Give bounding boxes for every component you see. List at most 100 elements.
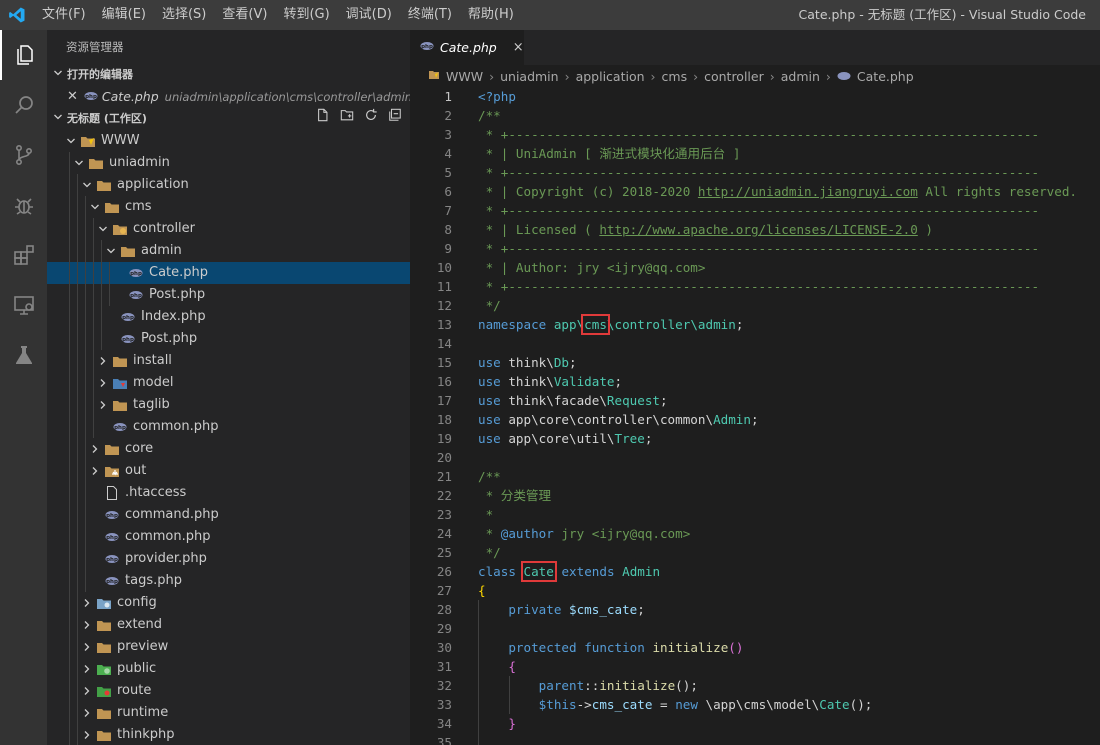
- tree-item[interactable]: php Cate.php: [47, 262, 410, 284]
- tree-item[interactable]: uniadmin: [47, 152, 410, 174]
- open-editor-item[interactable]: ✕ php Cate.php uniadmin\application\cms\…: [47, 86, 410, 108]
- explorer-icon[interactable]: [0, 30, 47, 80]
- menu-item[interactable]: 查看(V): [214, 0, 275, 30]
- chevron-right-icon[interactable]: [95, 372, 111, 394]
- menu-item[interactable]: 编辑(E): [94, 0, 154, 30]
- chevron-right-icon[interactable]: [87, 460, 103, 482]
- menu-item[interactable]: 调试(D): [338, 0, 400, 30]
- menu-item[interactable]: 终端(T): [400, 0, 460, 30]
- tree-item[interactable]: cms: [47, 196, 410, 218]
- code-line: 31 {: [410, 657, 1100, 676]
- breadcrumb-item[interactable]: controller: [704, 69, 764, 84]
- remote-explorer-icon[interactable]: [0, 280, 47, 330]
- new-folder-icon[interactable]: [340, 108, 354, 130]
- breadcrumb-item[interactable]: Cate.php: [857, 69, 914, 84]
- line-number: 30: [436, 640, 452, 655]
- code-editor[interactable]: 1 <?php 2 /** 3 * +-------------------------…: [410, 87, 1100, 745]
- breadcrumb-item[interactable]: application: [576, 69, 645, 84]
- tree-item[interactable]: public: [47, 658, 410, 680]
- chevron-right-icon[interactable]: [79, 680, 95, 702]
- chevron-down-icon[interactable]: [87, 196, 103, 218]
- refresh-icon[interactable]: [364, 108, 378, 130]
- indent-guide: [77, 680, 78, 702]
- extensions-icon[interactable]: [0, 230, 47, 280]
- tree-item[interactable]: php common.php: [47, 526, 410, 548]
- tree-item[interactable]: route: [47, 680, 410, 702]
- tree-item[interactable]: controller: [47, 218, 410, 240]
- tree-item[interactable]: php Post.php: [47, 284, 410, 306]
- chevron-right-icon[interactable]: [87, 438, 103, 460]
- tab-close-icon[interactable]: ×: [513, 40, 524, 55]
- tree-item[interactable]: taglib: [47, 394, 410, 416]
- code-line: 29: [410, 619, 1100, 638]
- code-line: 7 * +-----------------------------------…: [410, 201, 1100, 220]
- tree-item[interactable]: WWW: [47, 130, 410, 152]
- indent-guide: [93, 328, 94, 350]
- workspace-header[interactable]: 无标题 (工作区): [47, 108, 410, 130]
- breadcrumb-item[interactable]: cms: [662, 69, 688, 84]
- chevron-right-icon[interactable]: [79, 724, 95, 745]
- tree-item[interactable]: php command.php: [47, 504, 410, 526]
- tree-item[interactable]: php Post.php: [47, 328, 410, 350]
- code-text: use app\core\util\Tree;: [478, 429, 652, 448]
- tree-item[interactable]: php Index.php: [47, 306, 410, 328]
- chevron-right-icon[interactable]: [79, 614, 95, 636]
- chevron-right-icon[interactable]: [79, 592, 95, 614]
- folder-icon: [95, 658, 113, 680]
- indent-guide: [69, 636, 70, 658]
- chevron-down-icon[interactable]: [103, 240, 119, 262]
- new-file-icon[interactable]: [316, 108, 330, 130]
- chevron-down-icon[interactable]: [71, 152, 87, 174]
- tree-item[interactable]: out: [47, 460, 410, 482]
- tab-cate-php[interactable]: php Cate.php ×: [410, 30, 524, 65]
- chevron-right-icon[interactable]: [95, 394, 111, 416]
- test-flask-icon[interactable]: [0, 330, 47, 380]
- source-control-icon[interactable]: [0, 130, 47, 180]
- tree-item[interactable]: preview: [47, 636, 410, 658]
- debug-icon[interactable]: [0, 180, 47, 230]
- menu-item[interactable]: 转到(G): [275, 0, 337, 30]
- tree-item[interactable]: php provider.php: [47, 548, 410, 570]
- indent-guide: [93, 372, 94, 394]
- chevron-down-icon[interactable]: [79, 174, 95, 196]
- chevron-right-icon[interactable]: [79, 658, 95, 680]
- tree-item[interactable]: application: [47, 174, 410, 196]
- folder-icon: [111, 350, 129, 372]
- breadcrumb-item[interactable]: uniadmin: [500, 69, 558, 84]
- collapse-all-icon[interactable]: [388, 108, 402, 130]
- open-editors-header[interactable]: 打开的编辑器: [47, 64, 410, 86]
- code-token: use: [478, 412, 501, 427]
- code-token: ();: [849, 697, 873, 712]
- close-icon[interactable]: ✕: [67, 86, 78, 108]
- indent-guide: [77, 262, 78, 284]
- menu-item[interactable]: 帮助(H): [460, 0, 522, 30]
- indent-guide: [69, 614, 70, 636]
- tree-item[interactable]: config: [47, 592, 410, 614]
- tree-item[interactable]: thinkphp: [47, 724, 410, 745]
- tree-item[interactable]: php common.php: [47, 416, 410, 438]
- tree-item[interactable]: .htaccess: [47, 482, 410, 504]
- code-token: * 分类管理: [478, 488, 552, 503]
- breadcrumb-item[interactable]: admin: [781, 69, 820, 84]
- tree-item[interactable]: extend: [47, 614, 410, 636]
- tree-item[interactable]: model: [47, 372, 410, 394]
- chevron-down-icon[interactable]: [95, 218, 111, 240]
- tree-item-label: out: [125, 463, 147, 478]
- tree-item-label: model: [133, 375, 174, 390]
- tree-item[interactable]: php tags.php: [47, 570, 410, 592]
- tree-item[interactable]: core: [47, 438, 410, 460]
- menu-item[interactable]: 文件(F): [34, 0, 94, 30]
- chevron-right-icon[interactable]: [79, 636, 95, 658]
- chevron-right-icon[interactable]: [95, 350, 111, 372]
- code-token: ;: [735, 317, 744, 332]
- folder-icon: [95, 592, 113, 614]
- chevron-right-icon[interactable]: [79, 702, 95, 724]
- tree-item[interactable]: runtime: [47, 702, 410, 724]
- menu-item[interactable]: 选择(S): [154, 0, 214, 30]
- line-number: 29: [436, 621, 452, 636]
- breadcrumb-item[interactable]: WWW: [446, 69, 483, 84]
- search-icon[interactable]: [0, 80, 47, 130]
- tree-item[interactable]: install: [47, 350, 410, 372]
- tree-item[interactable]: admin: [47, 240, 410, 262]
- chevron-down-icon[interactable]: [63, 130, 79, 152]
